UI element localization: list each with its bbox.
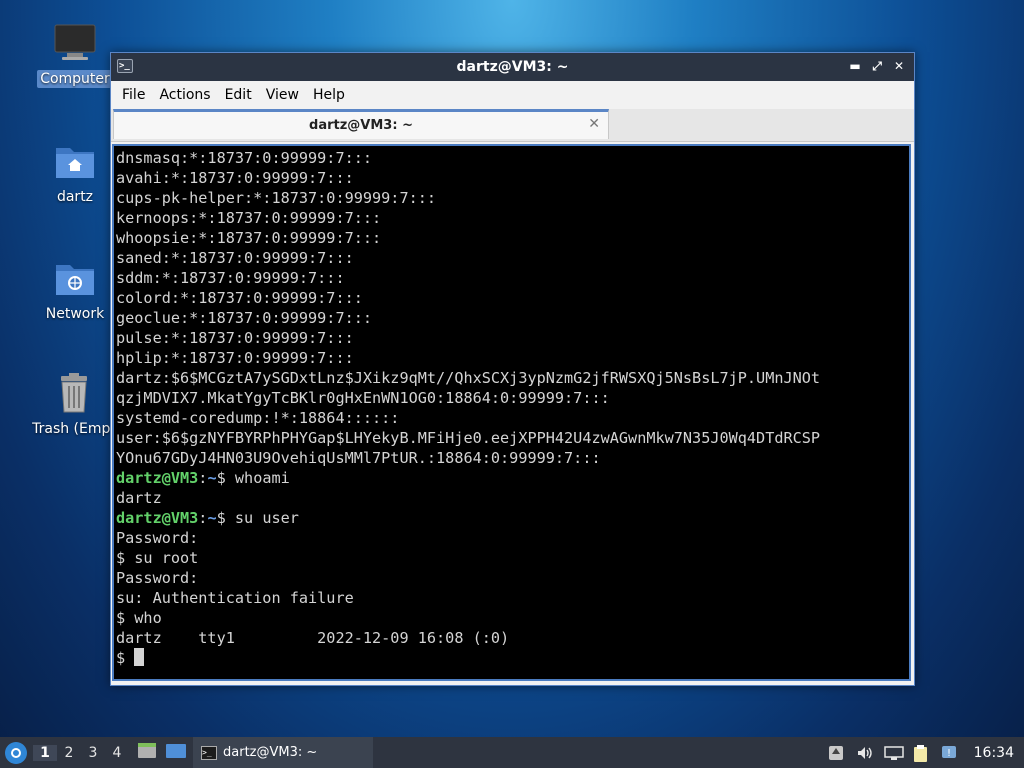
shell-prompt: $ <box>116 649 135 667</box>
terminal-line: colord:*:18737:0:99999:7::: <box>116 289 363 307</box>
command-text: su user <box>234 509 299 527</box>
prompt-symbol: $ <box>216 509 235 527</box>
tab-bar: dartz@VM3: ~ ✕ <box>111 109 914 142</box>
prompt-symbol: $ <box>216 469 235 487</box>
terminal-line: sddm:*:18737:0:99999:7::: <box>116 269 345 287</box>
home-folder-icon <box>53 140 97 184</box>
workspace-3[interactable]: 3 <box>81 745 105 761</box>
volume-icon[interactable] <box>856 745 874 761</box>
desktop-icon-label: dartz <box>56 189 94 205</box>
terminal-line: pulse:*:18737:0:99999:7::: <box>116 329 354 347</box>
update-notifier-icon[interactable] <box>828 745 846 761</box>
terminal-line: dartz:$6$MCGztA7ySGDxtLnz$JXikz9qMt//Qhx… <box>116 369 821 387</box>
tab-title: dartz@VM3: ~ <box>309 118 413 133</box>
terminal-line: qzjMDVIX7.MkatYgyTcBKlr0gHxEnWN1OG0:1886… <box>116 389 610 407</box>
terminal-line: kernoops:*:18737:0:99999:7::: <box>116 209 382 227</box>
close-button[interactable]: ✕ <box>892 57 906 75</box>
command-text: whoami <box>234 469 290 487</box>
terminal-line: user:$6$gzNYFBYRPhPHYGap$LHYekyB.MFiHje0… <box>116 429 821 447</box>
clock[interactable]: 16:34 <box>968 745 1020 761</box>
terminal-line: avahi:*:18737:0:99999:7::: <box>116 169 354 187</box>
tab-close-icon[interactable]: ✕ <box>588 116 600 132</box>
taskbar-app-label: dartz@VM3: ~ <box>223 745 318 760</box>
taskbar: 1 2 3 4 >_ dartz@VM3: ~ ! 16:34 <box>0 737 1024 768</box>
desktop-icon-label: Computer <box>37 70 113 88</box>
terminal-line: Password: <box>116 569 199 587</box>
terminal-icon: >_ <box>201 745 217 760</box>
menu-actions[interactable]: Actions <box>152 83 217 107</box>
system-tray: ! 16:34 <box>828 744 1024 762</box>
terminal-line: su: Authentication failure <box>116 589 354 607</box>
network-folder-icon <box>53 257 97 301</box>
network-status-icon[interactable] <box>883 745 904 761</box>
terminal-line: YOnu67GDyJ4HN03U9OvehiqUsMMl7PtUR.:18864… <box>116 449 601 467</box>
terminal-line: cups-pk-helper:*:18737:0:99999:7::: <box>116 189 437 207</box>
show-desktop-icon[interactable] <box>165 742 187 764</box>
prompt-user: dartz@VM3 <box>116 509 199 527</box>
prompt-path: ~ <box>207 469 217 487</box>
prompt-line: dartz@VM3:~$ su user <box>116 508 909 528</box>
menubar: File Actions Edit View Help <box>111 81 914 109</box>
file-manager-launcher-icon[interactable] <box>137 742 157 764</box>
desktop-icon-trash[interactable]: Trash (Empt <box>24 372 124 438</box>
terminal-line: dartz <box>116 489 162 507</box>
terminal-line: saned:*:18737:0:99999:7::: <box>116 249 354 267</box>
terminal-line: dnsmasq:*:18737:0:99999:7::: <box>116 149 373 167</box>
taskbar-app-terminal[interactable]: >_ dartz@VM3: ~ <box>193 737 373 768</box>
terminal-line: $ su root <box>116 549 199 567</box>
window-title: dartz@VM3: ~ <box>456 59 569 75</box>
svg-text:!: ! <box>947 748 951 759</box>
computer-icon <box>53 22 97 66</box>
menu-file[interactable]: File <box>115 83 152 107</box>
terminal-line: $ who <box>116 609 162 627</box>
terminal-output[interactable]: dnsmasq:*:18737:0:99999:7::: avahi:*:187… <box>112 144 911 681</box>
current-prompt-line: $ <box>116 648 909 668</box>
prompt-path: ~ <box>207 509 217 527</box>
prompt-user: dartz@VM3 <box>116 469 199 487</box>
workspace-1[interactable]: 1 <box>33 744 57 761</box>
workspace-4[interactable]: 4 <box>105 745 129 761</box>
terminal-line: whoopsie:*:18737:0:99999:7::: <box>116 229 382 247</box>
terminal-icon: >_ <box>117 59 133 73</box>
terminal-line: hplip:*:18737:0:99999:7::: <box>116 349 354 367</box>
menu-help[interactable]: Help <box>306 83 352 107</box>
menu-edit[interactable]: Edit <box>218 83 259 107</box>
workspace-2[interactable]: 2 <box>57 745 81 761</box>
desktop-icon-label: Trash (Empt <box>32 421 116 437</box>
text-cursor <box>134 648 145 666</box>
terminal-line: dartz tty1 2022-12-09 16:08 (:0) <box>116 629 510 647</box>
terminal-line: systemd-coredump:!*:18864:::::: <box>116 409 400 427</box>
notification-icon[interactable]: ! <box>940 745 958 761</box>
clipboard-icon[interactable] <box>912 744 930 762</box>
minimize-button[interactable]: ▬ <box>848 57 862 75</box>
tab-terminal[interactable]: dartz@VM3: ~ ✕ <box>113 109 609 139</box>
prompt-line: dartz@VM3:~$ whoami <box>116 468 909 488</box>
trash-icon <box>52 372 96 416</box>
terminal-line: geoclue:*:18737:0:99999:7::: <box>116 309 373 327</box>
start-menu-icon[interactable] <box>5 741 27 764</box>
maximize-button[interactable]: ⤢ <box>870 57 884 75</box>
terminal-window: >_ dartz@VM3: ~ ▬ ⤢ ✕ File Actions Edit … <box>110 52 915 686</box>
terminal-line: Password: <box>116 529 199 547</box>
menu-view[interactable]: View <box>259 83 306 107</box>
desktop-icon-label: Network <box>45 306 105 322</box>
window-titlebar[interactable]: >_ dartz@VM3: ~ ▬ ⤢ ✕ <box>111 53 914 81</box>
